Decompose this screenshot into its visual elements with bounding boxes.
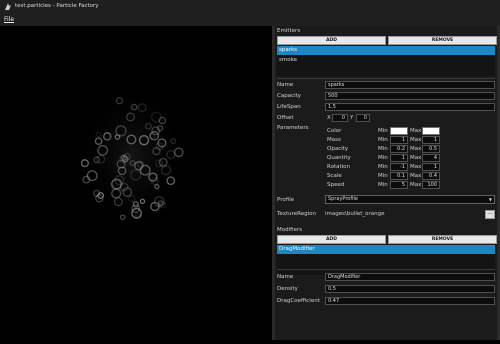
properties-panel: Emitters ADD REMOVE sparks smoke Name sp… — [275, 26, 500, 340]
param-rotation-label: Rotation — [327, 164, 351, 170]
param-mass-max-field[interactable]: 1 — [422, 136, 440, 144]
min-label: Min — [378, 173, 388, 179]
divider — [277, 78, 495, 79]
min-label: Min — [378, 128, 388, 134]
capacity-field[interactable]: 500 — [325, 92, 495, 100]
remove-modifier-button[interactable]: REMOVE — [388, 235, 497, 244]
title-bar: test.particles - Particle Factory — [0, 0, 500, 13]
param-opacity-label: Opacity — [327, 146, 349, 152]
modifiers-header: Modifiers — [277, 227, 303, 233]
menu-bar: File — [0, 13, 500, 26]
profile-value: SprayProfile — [328, 196, 358, 202]
divider — [277, 269, 495, 270]
lifespan-label: LifeSpan — [277, 104, 301, 110]
emitters-list: sparks smoke — [277, 46, 495, 76]
offset-y-field[interactable]: 0 — [356, 114, 370, 122]
max-label: Max — [410, 164, 422, 170]
min-label: Min — [378, 164, 388, 170]
param-mass-min-field[interactable]: 1 — [390, 136, 408, 144]
chevron-down-icon: ▼ — [488, 197, 492, 202]
param-speed-label: Speed — [327, 182, 345, 188]
max-label: Max — [410, 128, 422, 134]
max-label: Max — [410, 182, 422, 188]
param-color-min-swatch[interactable] — [390, 127, 408, 135]
min-label: Min — [378, 155, 388, 161]
max-label: Max — [410, 155, 422, 161]
emitter-item-sparks[interactable]: sparks — [277, 46, 495, 55]
remove-emitter-button[interactable]: REMOVE — [388, 36, 497, 45]
offset-y-label: Y — [350, 115, 354, 121]
param-opacity-max-field[interactable]: 0.5 — [422, 145, 440, 153]
particle-preview-canvas[interactable] — [0, 26, 272, 340]
min-label: Min — [378, 146, 388, 152]
param-scale-min-field[interactable]: 0.1 — [390, 172, 408, 180]
param-rotation-max-field[interactable]: 1 — [422, 163, 440, 171]
param-scale-label: Scale — [327, 173, 342, 179]
profile-label: Profile — [277, 197, 295, 203]
param-opacity-min-field[interactable]: 0.2 — [390, 145, 408, 153]
texture-region-label: TextureRegion — [277, 211, 316, 217]
app-logo-icon — [5, 3, 11, 10]
param-color-label: Color — [327, 128, 342, 134]
density-label: Density — [277, 286, 298, 292]
param-speed-max-field[interactable]: 100 — [422, 181, 440, 189]
modifier-name-field[interactable]: DragModifier — [325, 273, 495, 281]
particle-cloud — [77, 81, 187, 231]
max-label: Max — [410, 173, 422, 179]
param-quantity-label: Quantity — [327, 155, 351, 161]
browse-texture-button[interactable]: ... — [485, 210, 495, 219]
param-rotation-min-field[interactable]: -1 — [390, 163, 408, 171]
modifiers-list: DragModifier — [277, 245, 495, 275]
drag-coefficient-label: DragCoefficient — [277, 298, 320, 304]
add-modifier-button[interactable]: ADD — [277, 235, 386, 244]
min-label: Min — [378, 182, 388, 188]
param-quantity-max-field[interactable]: 4 — [422, 154, 440, 162]
capacity-label: Capacity — [277, 93, 302, 99]
lifespan-field[interactable]: 1.5 — [325, 103, 495, 111]
emitters-header: Emitters — [277, 28, 301, 34]
offset-x-label: X — [327, 115, 331, 121]
offset-label: Offset — [277, 115, 294, 121]
add-emitter-button[interactable]: ADD — [277, 36, 386, 45]
menu-file[interactable]: File — [4, 14, 14, 25]
name-label: Name — [277, 82, 294, 88]
min-label: Min — [378, 137, 388, 143]
drag-coefficient-field[interactable]: 0.47 — [325, 297, 495, 305]
emitter-item-smoke[interactable]: smoke — [277, 56, 495, 65]
max-label: Max — [410, 146, 422, 152]
modifier-name-label: Name — [277, 274, 294, 280]
param-color-max-swatch[interactable] — [422, 127, 440, 135]
max-label: Max — [410, 137, 422, 143]
emitter-name-field[interactable]: sparks — [325, 81, 495, 89]
param-mass-label: Mass — [327, 137, 341, 143]
texture-region-value: images\bullet_orange — [325, 211, 385, 217]
param-speed-min-field[interactable]: 5 — [390, 181, 408, 189]
window-title: test.particles - Particle Factory — [15, 3, 99, 9]
offset-x-field[interactable]: 0 — [332, 114, 348, 122]
param-scale-max-field[interactable]: 0.4 — [422, 172, 440, 180]
density-field[interactable]: 0.5 — [325, 285, 495, 293]
param-quantity-min-field[interactable]: 1 — [390, 154, 408, 162]
modifier-item-dragmodifier[interactable]: DragModifier — [277, 245, 495, 254]
profile-select[interactable]: SprayProfile ▼ — [325, 195, 495, 204]
parameters-label: Parameters — [277, 125, 309, 131]
